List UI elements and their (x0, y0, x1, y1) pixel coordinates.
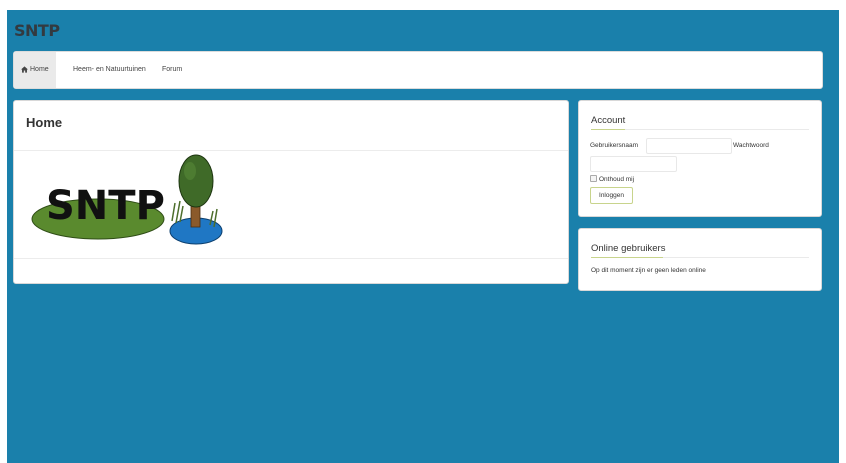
password-label: Wachtwoord (733, 142, 769, 149)
online-users-title: Online gebruikers (591, 243, 666, 254)
account-panel: Account Gebruikersnaam Wachtwoord Onthou… (578, 100, 822, 217)
account-title: Account (591, 115, 626, 126)
main-content-panel: Home SNTP (13, 100, 569, 284)
nav-item-heem-en-natuurtuinen[interactable]: Heem- en Natuurtuinen (66, 52, 153, 88)
main-navbar: Home Heem- en Natuurtuinen Forum (13, 51, 823, 89)
home-icon (21, 66, 28, 73)
nav-item-label: Heem- en Natuurtuinen (73, 66, 146, 73)
username-input[interactable] (646, 138, 732, 154)
remember-me-checkbox[interactable] (590, 175, 597, 182)
nav-item-label: Forum (162, 66, 183, 73)
sntp-logo: SNTP (31, 154, 223, 245)
site-title[interactable]: SNTP (14, 21, 60, 40)
remember-me-label: Onthoud mij (599, 176, 635, 183)
page-title: Home (26, 115, 63, 130)
online-users-text: Op dit moment zijn er geen leden online (591, 267, 706, 274)
page-background: SNTP Home Heem- en Natuurtuinen Forum Ho… (7, 10, 839, 463)
online-users-panel: Online gebruikers Op dit moment zijn er … (578, 228, 822, 291)
content-divider (14, 258, 568, 259)
username-label: Gebruikersnaam (590, 142, 639, 149)
login-button[interactable]: Inloggen (590, 187, 633, 204)
nav-item-forum[interactable]: Forum (155, 52, 189, 88)
password-input[interactable] (590, 156, 677, 172)
nav-item-home[interactable]: Home (14, 52, 56, 88)
logo-text: SNTP (46, 183, 165, 229)
online-users-title-underline (591, 257, 809, 258)
nav-item-label: Home (30, 66, 49, 73)
account-title-underline (591, 129, 809, 130)
